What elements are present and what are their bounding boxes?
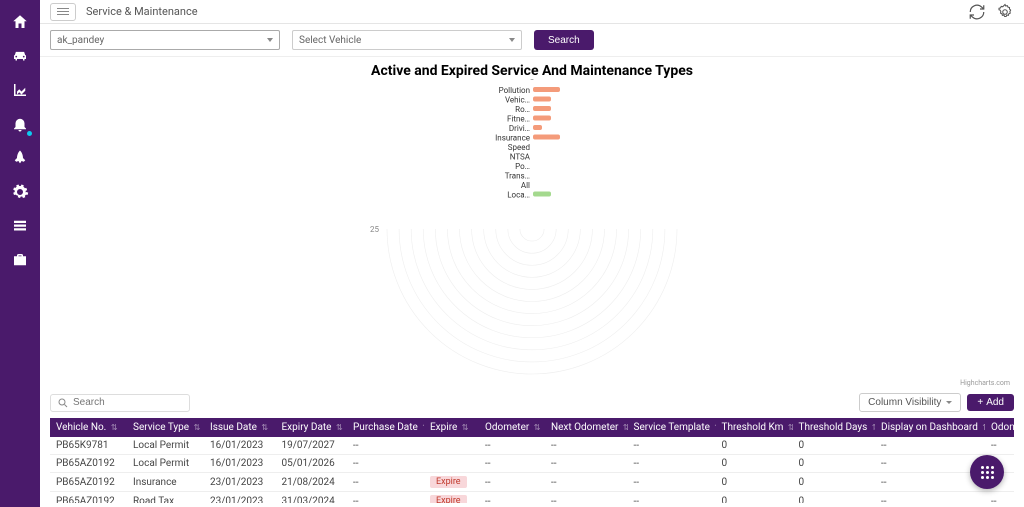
expire-badge: Expire — [430, 495, 467, 503]
column-visibility-button[interactable]: Column Visibility — [859, 393, 961, 412]
polar-chart: 0 25 PollutionVehic…Ro…Fitne…Drivi…Insuran… — [212, 79, 852, 379]
page-title: Service & Maintenance — [86, 5, 198, 18]
chart-icon[interactable] — [10, 80, 30, 100]
svg-text:25: 25 — [370, 225, 379, 234]
column-header[interactable]: Odometer ⇅ — [479, 418, 545, 437]
column-header[interactable]: Vehicle No. ⇅ — [50, 418, 127, 437]
chart-credit: Highcharts.com — [960, 379, 1010, 387]
column-header[interactable]: Expire ⇅ — [424, 418, 479, 437]
fab-button[interactable] — [970, 455, 1004, 489]
column-header[interactable]: Threshold Days ⇅ — [793, 418, 876, 437]
menu-toggle-button[interactable] — [50, 3, 76, 21]
rocket-icon[interactable] — [10, 148, 30, 168]
svg-text:Insurance: Insurance — [495, 134, 530, 143]
briefcase-icon[interactable] — [10, 250, 30, 270]
table-row[interactable]: PB65K9781Local Permit16/01/202319/07/202… — [50, 437, 1014, 455]
table-row[interactable]: PB65AZ0192Road Tax23/01/202331/03/2024--… — [50, 492, 1014, 504]
grid-icon — [981, 466, 994, 479]
svg-text:Drivi…: Drivi… — [509, 124, 530, 133]
filter-bar: ak_pandey Select Vehicle Search — [40, 24, 1024, 57]
column-header[interactable]: Expiry Date ⇅ — [276, 418, 348, 437]
column-header[interactable]: Odometer Interval ⇅ — [985, 418, 1014, 437]
search-icon — [57, 397, 69, 409]
sidebar — [0, 0, 40, 507]
services-table: Vehicle No. ⇅Service Type ⇅Issue Date ⇅E… — [50, 418, 1014, 503]
main-content: Service & Maintenance ak_pandey Select V… — [40, 0, 1024, 507]
table-row[interactable]: PB65AZ0192Insurance23/01/202321/08/2024-… — [50, 473, 1014, 492]
list-icon[interactable] — [10, 216, 30, 236]
search-button[interactable]: Search — [534, 30, 594, 50]
svg-text:NTSA: NTSA — [510, 153, 531, 162]
column-header[interactable]: Purchase Date ⇅ — [347, 418, 424, 437]
column-header[interactable]: Display on Dashboard ⇅ — [875, 418, 985, 437]
expire-badge: Expire — [430, 476, 467, 488]
home-icon[interactable] — [10, 12, 30, 32]
bell-icon[interactable] — [10, 114, 30, 134]
svg-text:Speed: Speed — [508, 143, 530, 152]
table-search[interactable] — [50, 394, 190, 412]
add-button[interactable]: + Add — [967, 394, 1014, 411]
column-header[interactable]: Issue Date ⇅ — [204, 418, 276, 437]
svg-text:Vehic…: Vehic… — [505, 96, 530, 105]
svg-text:Ro…: Ro… — [515, 105, 530, 114]
svg-text:Pollution: Pollution — [499, 86, 530, 95]
column-header[interactable]: Service Template ⇅ — [628, 418, 716, 437]
settings-icon[interactable] — [996, 3, 1014, 21]
table-search-input[interactable] — [73, 397, 183, 408]
chart-area: Active and Expired Service And Maintenan… — [40, 57, 1024, 387]
car-icon[interactable] — [10, 46, 30, 66]
table-area: Column Visibility + Add Vehicle No. ⇅Ser… — [40, 387, 1024, 507]
chart-title: Active and Expired Service And Maintenan… — [50, 63, 1014, 79]
svg-text:All: All — [521, 181, 530, 190]
column-header[interactable]: Next Odometer ⇅ — [545, 418, 628, 437]
column-header[interactable]: Threshold Km ⇅ — [716, 418, 793, 437]
svg-text:0: 0 — [530, 79, 535, 82]
refresh-icon[interactable] — [968, 3, 986, 21]
gear-icon[interactable] — [10, 182, 30, 202]
user-select[interactable]: ak_pandey — [50, 30, 280, 50]
svg-text:Loca…: Loca… — [507, 191, 530, 200]
vehicle-select[interactable]: Select Vehicle — [292, 30, 522, 50]
table-toolbar: Column Visibility + Add — [50, 387, 1014, 418]
column-header[interactable]: Service Type ⇅ — [127, 418, 204, 437]
topbar: Service & Maintenance — [40, 0, 1024, 24]
svg-text:Trans…: Trans… — [505, 172, 530, 181]
svg-text:Fitne…: Fitne… — [507, 115, 530, 124]
svg-text:Po…: Po… — [515, 162, 530, 171]
table-row[interactable]: PB65AZ0192Local Permit16/01/202305/01/20… — [50, 455, 1014, 473]
